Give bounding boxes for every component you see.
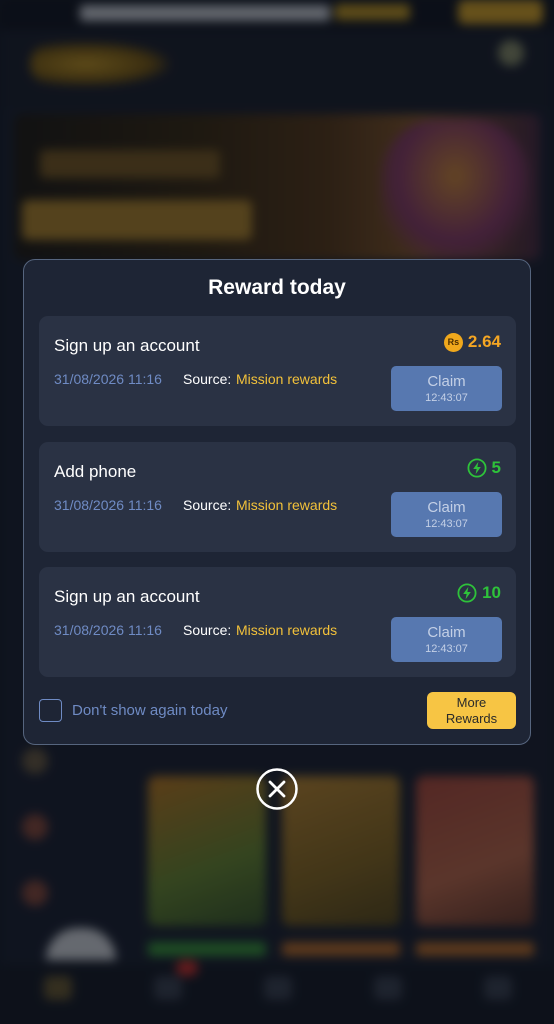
dont-show-checkbox[interactable] [39,699,62,722]
reward-value: 2.64 [467,332,501,351]
source-label: Source: [183,497,232,513]
reward-date: 31/08/2026 11:16 [54,497,162,513]
reward-card: Add phone 5 31/08/2026 11:16 Source: Mis… [39,442,516,552]
reward-today-modal: Reward today Sign up an account Rs 2.64 … [23,259,531,745]
reward-value: 5 [491,458,501,477]
claim-timer: 12:43:07 [425,391,468,404]
dont-show-again-toggle[interactable]: Don't show again today [39,699,227,722]
reward-source: Mission rewards [236,497,338,513]
reward-amount: 5 [467,458,501,478]
claim-label: Claim [427,623,466,641]
rupee-coin-icon: Rs [443,332,463,352]
more-rewards-button[interactable]: More Rewards [427,692,516,729]
claim-label: Claim [427,372,466,390]
reward-card: Sign up an account 10 31/08/2026 11:16 S… [39,567,516,677]
close-button[interactable] [255,767,299,811]
claim-label: Claim [427,498,466,516]
lightning-icon [457,583,477,603]
reward-title: Sign up an account [54,587,200,606]
claim-timer: 12:43:07 [425,642,468,655]
reward-date: 31/08/2026 11:16 [54,371,162,387]
more-rewards-label: More Rewards [445,694,498,726]
reward-source: Mission rewards [236,622,338,638]
reward-card: Sign up an account Rs 2.64 31/08/2026 11… [39,316,516,426]
claim-button[interactable]: Claim 12:43:07 [391,617,502,662]
claim-button[interactable]: Claim 12:43:07 [391,492,502,537]
source-label: Source: [183,371,232,387]
lightning-icon [467,458,487,478]
reward-value: 10 [482,583,501,602]
reward-source: Mission rewards [236,371,338,387]
claim-timer: 12:43:07 [425,517,468,530]
reward-amount: 10 [457,583,501,603]
claim-button[interactable]: Claim 12:43:07 [391,366,502,411]
modal-title: Reward today [208,276,346,299]
close-icon [256,768,298,810]
reward-title: Sign up an account [54,336,200,355]
source-label: Source: [183,622,232,638]
dont-show-label: Don't show again today [72,702,228,719]
reward-amount: Rs 2.64 [443,332,501,352]
reward-date: 31/08/2026 11:16 [54,622,162,638]
reward-title: Add phone [54,462,137,481]
